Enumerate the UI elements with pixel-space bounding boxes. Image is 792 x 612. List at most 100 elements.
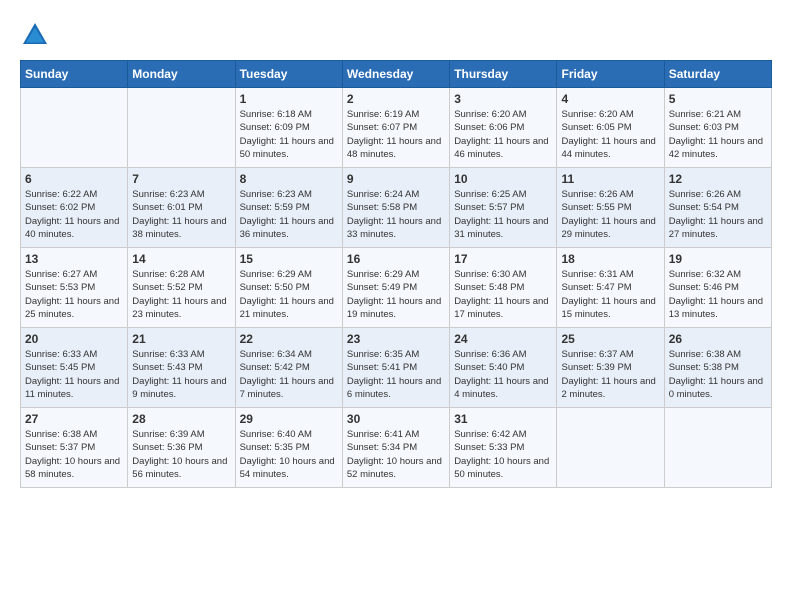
- day-info: Sunrise: 6:19 AM: [347, 108, 445, 121]
- day-info: Daylight: 11 hours and 48 minutes.: [347, 135, 445, 162]
- day-cell: 28Sunrise: 6:39 AMSunset: 5:36 PMDayligh…: [128, 408, 235, 488]
- day-info: Sunrise: 6:31 AM: [561, 268, 659, 281]
- day-info: Sunset: 6:05 PM: [561, 121, 659, 134]
- day-cell: 30Sunrise: 6:41 AMSunset: 5:34 PMDayligh…: [342, 408, 449, 488]
- day-cell: 11Sunrise: 6:26 AMSunset: 5:55 PMDayligh…: [557, 168, 664, 248]
- day-info: Sunrise: 6:20 AM: [454, 108, 552, 121]
- day-cell: 14Sunrise: 6:28 AMSunset: 5:52 PMDayligh…: [128, 248, 235, 328]
- header-cell-thursday: Thursday: [450, 61, 557, 88]
- day-info: Sunrise: 6:36 AM: [454, 348, 552, 361]
- header-cell-saturday: Saturday: [664, 61, 771, 88]
- day-number: 26: [669, 332, 767, 346]
- day-info: Sunset: 5:36 PM: [132, 441, 230, 454]
- day-cell: [21, 88, 128, 168]
- day-info: Sunrise: 6:26 AM: [561, 188, 659, 201]
- day-cell: 19Sunrise: 6:32 AMSunset: 5:46 PMDayligh…: [664, 248, 771, 328]
- header-row: SundayMondayTuesdayWednesdayThursdayFrid…: [21, 61, 772, 88]
- day-info: Daylight: 11 hours and 33 minutes.: [347, 215, 445, 242]
- day-cell: 3Sunrise: 6:20 AMSunset: 6:06 PMDaylight…: [450, 88, 557, 168]
- day-number: 2: [347, 92, 445, 106]
- logo: [20, 20, 54, 50]
- day-info: Sunset: 5:59 PM: [240, 201, 338, 214]
- day-info: Sunset: 5:53 PM: [25, 281, 123, 294]
- day-info: Daylight: 11 hours and 27 minutes.: [669, 215, 767, 242]
- day-info: Daylight: 11 hours and 38 minutes.: [132, 215, 230, 242]
- day-info: Sunset: 5:43 PM: [132, 361, 230, 374]
- page-header: [20, 20, 772, 50]
- day-number: 18: [561, 252, 659, 266]
- day-cell: 29Sunrise: 6:40 AMSunset: 5:35 PMDayligh…: [235, 408, 342, 488]
- day-number: 6: [25, 172, 123, 186]
- day-info: Daylight: 10 hours and 54 minutes.: [240, 455, 338, 482]
- day-cell: 24Sunrise: 6:36 AMSunset: 5:40 PMDayligh…: [450, 328, 557, 408]
- day-number: 30: [347, 412, 445, 426]
- day-number: 9: [347, 172, 445, 186]
- day-cell: [557, 408, 664, 488]
- day-cell: 26Sunrise: 6:38 AMSunset: 5:38 PMDayligh…: [664, 328, 771, 408]
- day-info: Daylight: 11 hours and 11 minutes.: [25, 375, 123, 402]
- header-cell-wednesday: Wednesday: [342, 61, 449, 88]
- day-info: Daylight: 10 hours and 52 minutes.: [347, 455, 445, 482]
- day-info: Sunset: 6:06 PM: [454, 121, 552, 134]
- week-row-3: 13Sunrise: 6:27 AMSunset: 5:53 PMDayligh…: [21, 248, 772, 328]
- day-info: Sunset: 6:02 PM: [25, 201, 123, 214]
- day-number: 4: [561, 92, 659, 106]
- day-number: 19: [669, 252, 767, 266]
- day-info: Sunset: 5:40 PM: [454, 361, 552, 374]
- day-info: Sunset: 5:55 PM: [561, 201, 659, 214]
- day-info: Daylight: 11 hours and 40 minutes.: [25, 215, 123, 242]
- header-cell-sunday: Sunday: [21, 61, 128, 88]
- day-number: 29: [240, 412, 338, 426]
- day-info: Sunset: 5:50 PM: [240, 281, 338, 294]
- day-info: Daylight: 10 hours and 56 minutes.: [132, 455, 230, 482]
- day-number: 16: [347, 252, 445, 266]
- day-cell: [664, 408, 771, 488]
- day-info: Sunset: 5:58 PM: [347, 201, 445, 214]
- day-number: 7: [132, 172, 230, 186]
- day-number: 28: [132, 412, 230, 426]
- day-cell: 9Sunrise: 6:24 AMSunset: 5:58 PMDaylight…: [342, 168, 449, 248]
- day-number: 5: [669, 92, 767, 106]
- day-cell: 7Sunrise: 6:23 AMSunset: 6:01 PMDaylight…: [128, 168, 235, 248]
- day-info: Sunset: 6:03 PM: [669, 121, 767, 134]
- day-number: 13: [25, 252, 123, 266]
- day-info: Sunrise: 6:40 AM: [240, 428, 338, 441]
- day-info: Daylight: 11 hours and 9 minutes.: [132, 375, 230, 402]
- day-info: Sunrise: 6:22 AM: [25, 188, 123, 201]
- day-info: Sunrise: 6:23 AM: [240, 188, 338, 201]
- day-number: 20: [25, 332, 123, 346]
- week-row-2: 6Sunrise: 6:22 AMSunset: 6:02 PMDaylight…: [21, 168, 772, 248]
- day-info: Sunrise: 6:25 AM: [454, 188, 552, 201]
- day-info: Sunset: 5:41 PM: [347, 361, 445, 374]
- day-number: 24: [454, 332, 552, 346]
- day-info: Sunrise: 6:33 AM: [132, 348, 230, 361]
- day-info: Daylight: 11 hours and 25 minutes.: [25, 295, 123, 322]
- logo-icon: [20, 20, 50, 50]
- day-cell: 20Sunrise: 6:33 AMSunset: 5:45 PMDayligh…: [21, 328, 128, 408]
- day-info: Daylight: 11 hours and 44 minutes.: [561, 135, 659, 162]
- week-row-4: 20Sunrise: 6:33 AMSunset: 5:45 PMDayligh…: [21, 328, 772, 408]
- header-cell-tuesday: Tuesday: [235, 61, 342, 88]
- day-info: Sunrise: 6:42 AM: [454, 428, 552, 441]
- day-number: 15: [240, 252, 338, 266]
- day-info: Sunrise: 6:33 AM: [25, 348, 123, 361]
- day-info: Sunrise: 6:20 AM: [561, 108, 659, 121]
- calendar-body: 1Sunrise: 6:18 AMSunset: 6:09 PMDaylight…: [21, 88, 772, 488]
- day-number: 3: [454, 92, 552, 106]
- day-cell: 31Sunrise: 6:42 AMSunset: 5:33 PMDayligh…: [450, 408, 557, 488]
- day-cell: 4 Sunrise: 6:20 AMSunset: 6:05 PMDaylight…: [557, 88, 664, 168]
- day-info: Sunset: 6:09 PM: [240, 121, 338, 134]
- day-cell: 25Sunrise: 6:37 AMSunset: 5:39 PMDayligh…: [557, 328, 664, 408]
- day-info: Sunrise: 6:28 AM: [132, 268, 230, 281]
- day-number: 23: [347, 332, 445, 346]
- day-number: 1: [240, 92, 338, 106]
- day-info: Daylight: 11 hours and 31 minutes.: [454, 215, 552, 242]
- day-cell: 1Sunrise: 6:18 AMSunset: 6:09 PMDaylight…: [235, 88, 342, 168]
- day-info: Daylight: 11 hours and 7 minutes.: [240, 375, 338, 402]
- day-number: 10: [454, 172, 552, 186]
- day-info: Daylight: 11 hours and 36 minutes.: [240, 215, 338, 242]
- day-number: 31: [454, 412, 552, 426]
- day-number: 27: [25, 412, 123, 426]
- day-info: Sunrise: 6:41 AM: [347, 428, 445, 441]
- day-cell: [128, 88, 235, 168]
